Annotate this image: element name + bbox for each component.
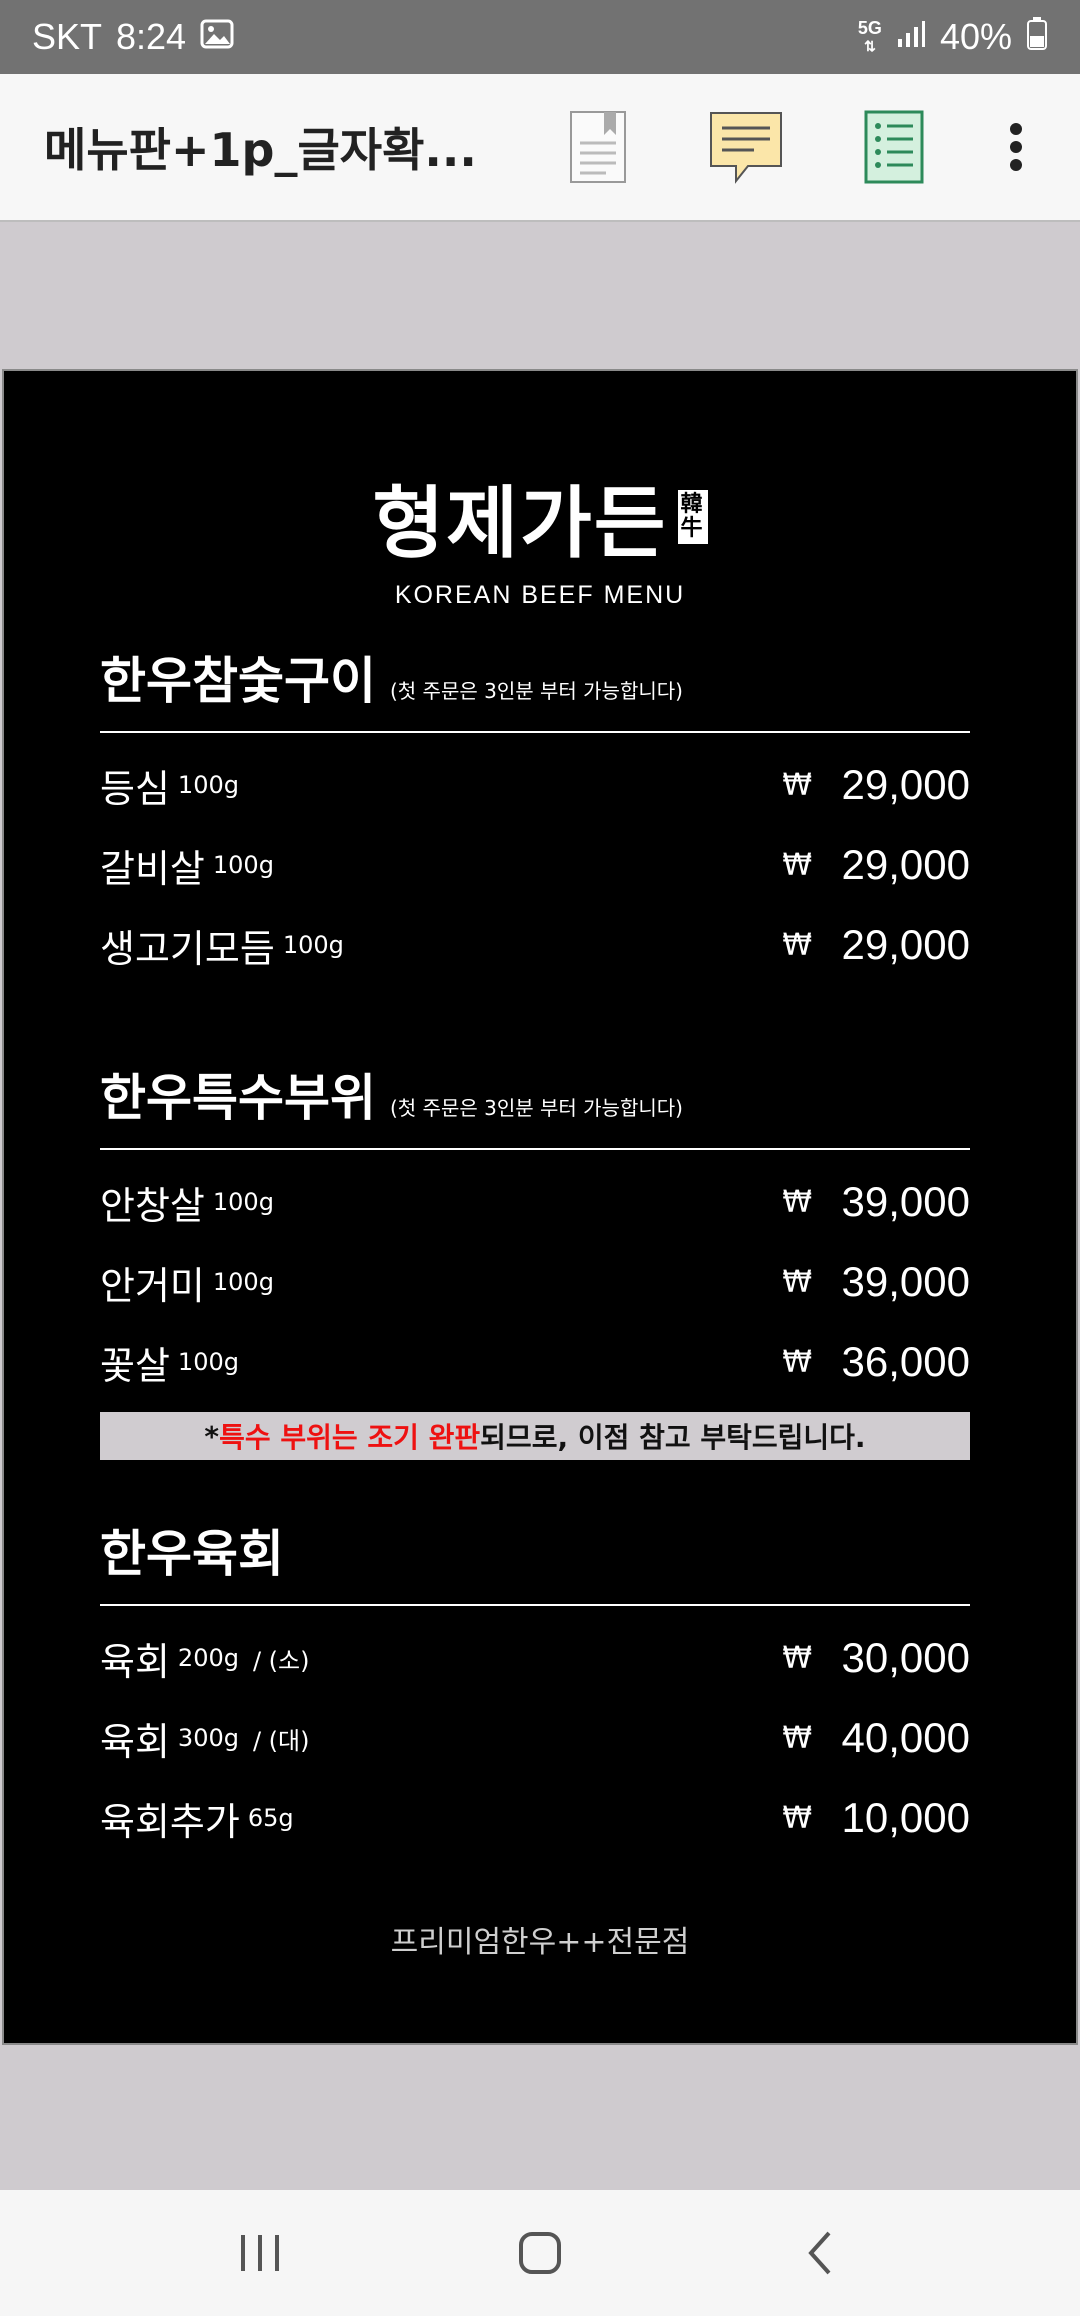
- item-name: 육회: [100, 1719, 170, 1764]
- item-name: 육회추가: [100, 1799, 240, 1844]
- section-note: (첫 주문은 3인분 부터 가능합니다): [390, 679, 683, 703]
- item-price: 39,000: [841, 1178, 970, 1225]
- section-special-cuts: 한우특수부위 (첫 주문은 3인분 부터 가능합니다) 안창살 100g ₩39…: [100, 1058, 970, 1460]
- item-weight: 100g: [177, 771, 239, 799]
- menu-item: 육회 200g / (소) ₩30,000: [100, 1618, 970, 1698]
- brand-subtitle: KOREAN BEEF MENU: [394, 581, 686, 609]
- item-weight: 65g: [247, 1804, 294, 1832]
- item-price: 36,000: [841, 1338, 970, 1385]
- battery-icon: [1026, 16, 1048, 59]
- menu-item: 꽃살 100g ₩36,000: [100, 1322, 970, 1402]
- item-name: 갈비살: [100, 846, 205, 891]
- navigation-bar: [0, 2190, 1080, 2316]
- back-icon[interactable]: [770, 2213, 870, 2293]
- currency-symbol: ₩: [782, 927, 812, 963]
- item-price: 40,000: [841, 1714, 970, 1761]
- currency-symbol: ₩: [782, 1800, 812, 1836]
- section-charcoal-grill: 한우참숯구이 (첫 주문은 3인분 부터 가능합니다) 등심 100g ₩29,…: [100, 641, 970, 985]
- menu-page: 형제가든 韓 牛 KOREAN BEEF MENU 한우참숯구이 (첫 주문은 …: [2, 369, 1078, 2045]
- menu-item: 안거미 100g ₩39,000: [100, 1242, 970, 1322]
- notice-highlight: 특수 부위는 조기 완판: [219, 1421, 481, 1454]
- brand-name: 형제가든: [372, 479, 668, 569]
- status-bar: SKT 8:24 5G ⇅ 40%: [0, 0, 1080, 74]
- document-title: 메뉴판+1p_글자확...: [44, 123, 477, 177]
- app-bar: 메뉴판+1p_글자확...: [0, 74, 1080, 222]
- item-price: 29,000: [841, 761, 970, 808]
- item-weight: 100g: [212, 851, 274, 879]
- menu-item: 육회추가 65g ₩10,000: [100, 1778, 970, 1858]
- item-name: 육회: [100, 1639, 170, 1684]
- item-price: 10,000: [841, 1794, 970, 1841]
- recent-apps-icon[interactable]: [210, 2213, 310, 2293]
- brand-stamp: 韓 牛: [677, 490, 708, 544]
- section-title: 한우특수부위: [100, 1069, 376, 1127]
- document-viewer[interactable]: 형제가든 韓 牛 KOREAN BEEF MENU 한우참숯구이 (첫 주문은 …: [0, 224, 1080, 2190]
- item-size: / (소): [252, 1646, 310, 1675]
- comment-icon[interactable]: [700, 101, 792, 193]
- currency-symbol: ₩: [782, 1184, 812, 1220]
- currency-symbol: ₩: [782, 1264, 812, 1300]
- item-price: 29,000: [841, 921, 970, 968]
- section-title: 한우육회: [100, 1525, 284, 1583]
- network-5g-icon: 5G ⇅: [857, 18, 882, 54]
- menu-item: 생고기모듬 100g ₩29,000: [100, 905, 970, 985]
- item-name: 꽃살: [100, 1343, 170, 1388]
- item-weight: 100g: [177, 1348, 239, 1376]
- item-weight: 300g: [177, 1724, 239, 1752]
- item-name: 생고기모듬: [100, 926, 275, 971]
- home-icon[interactable]: [490, 2213, 590, 2293]
- currency-symbol: ₩: [782, 767, 812, 803]
- carrier-label: SKT: [32, 16, 103, 57]
- currency-symbol: ₩: [782, 1720, 812, 1756]
- item-price: 29,000: [841, 841, 970, 888]
- menu-item: 육회 300g / (대) ₩40,000: [100, 1698, 970, 1778]
- menu-item: 등심 100g ₩29,000: [100, 745, 970, 825]
- currency-symbol: ₩: [782, 1640, 812, 1676]
- section-title: 한우참숯구이: [100, 652, 376, 710]
- item-name: 안거미: [100, 1263, 205, 1308]
- item-price: 39,000: [841, 1258, 970, 1305]
- brand-header: 형제가든 韓 牛 KOREAN BEEF MENU: [4, 461, 1076, 610]
- footer-tagline: 프리미엄한우++전문점: [390, 1925, 690, 1960]
- outline-list-icon[interactable]: [848, 101, 940, 193]
- section-note: (첫 주문은 3인분 부터 가능합니다): [390, 1096, 683, 1120]
- bookmark-icon[interactable]: [552, 101, 644, 193]
- item-price: 30,000: [841, 1634, 970, 1681]
- sold-out-notice: * 특수 부위는 조기 완판 되므로, 이점 참고 부탁드립니다.: [100, 1412, 970, 1460]
- gallery-notification-icon: [200, 16, 234, 58]
- clock: 8:24: [116, 16, 187, 57]
- item-weight: 100g: [282, 931, 344, 959]
- item-size: / (대): [252, 1726, 310, 1755]
- item-name: 안창살: [100, 1183, 205, 1228]
- more-vert-icon[interactable]: [996, 101, 1036, 193]
- menu-item: 갈비살 100g ₩29,000: [100, 825, 970, 905]
- currency-symbol: ₩: [782, 1344, 812, 1380]
- item-weight: 200g: [177, 1644, 239, 1672]
- currency-symbol: ₩: [782, 847, 812, 883]
- item-name: 등심: [100, 766, 170, 811]
- menu-item: 안창살 100g ₩39,000: [100, 1162, 970, 1242]
- section-yukhoe: 한우육회 육회 200g / (소) ₩30,000 육회 300g / (대)…: [100, 1514, 970, 1858]
- item-weight: 100g: [212, 1188, 274, 1216]
- item-weight: 100g: [212, 1268, 274, 1296]
- battery-percent: 40%: [939, 16, 1012, 57]
- signal-icon: [896, 16, 926, 58]
